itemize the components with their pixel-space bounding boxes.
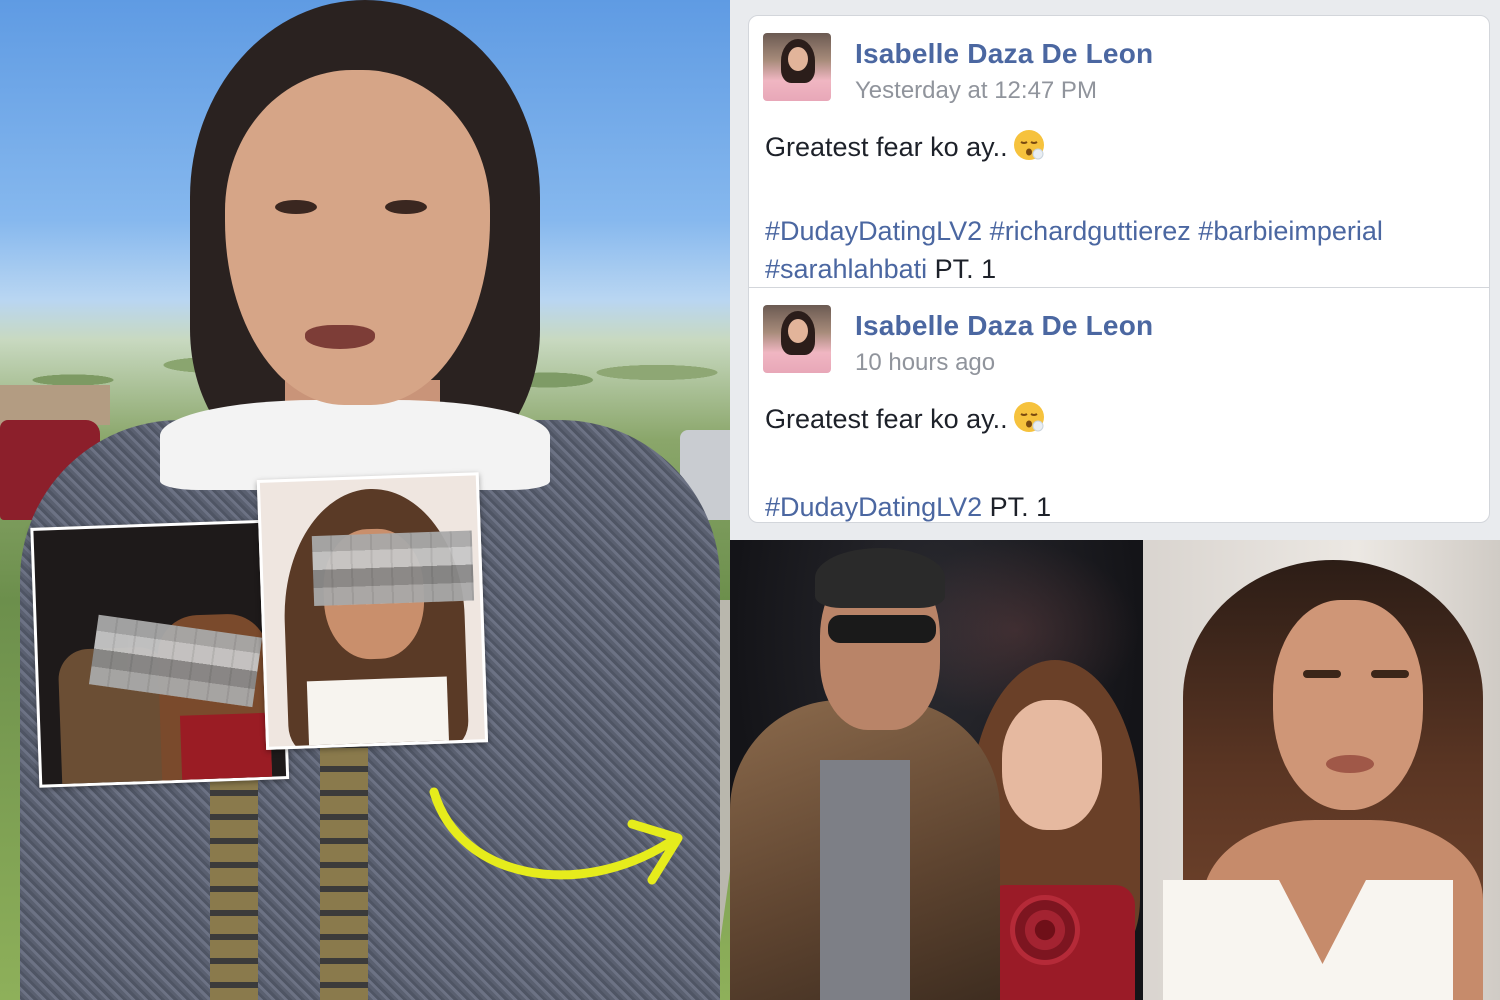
portrait-face [1273,600,1423,810]
mouth [305,325,375,349]
sunglasses-icon [828,615,936,643]
facebook-posts-panel: Isabelle Daza De Leon Yesterday at 12:47… [730,0,1500,540]
post-text-content: Greatest fear ko ay.. [765,404,1008,434]
blurred-photo-collage [29,472,489,788]
blurred-portrait-photo [256,472,489,750]
left-photo-panel [0,0,730,1000]
yellow-arrow-icon [429,787,683,885]
right-eyebrow [1371,670,1409,678]
face-exhaling-emoji-icon [1013,130,1044,160]
red-dress [179,712,273,788]
couple-photo [730,540,1143,1000]
avatar[interactable] [763,33,831,101]
hashtag-link[interactable]: #DudayDatingLV2 [765,492,982,522]
woman-face [225,70,490,405]
post-timestamp[interactable]: Yesterday at 12:47 PM [855,77,1097,105]
right-eye [385,200,427,214]
left-eyebrow [1303,670,1341,678]
post-author-name[interactable]: Isabelle Daza De Leon [855,38,1153,70]
post-part-label: PT. 1 [989,492,1052,522]
post-timestamp[interactable]: 10 hours ago [855,349,995,377]
pixelated-eyes-censor [311,530,475,607]
post-author-name[interactable]: Isabelle Daza De Leon [855,310,1153,342]
post-item: Isabelle Daza De Leon Yesterday at 12:47… [749,16,1489,288]
grey-tshirt [820,760,910,1000]
post-text-content: Greatest fear ko ay.. [765,132,1008,162]
blurred-couple-photo [30,519,290,788]
hashtag-link[interactable]: #sarahlahbati [765,254,927,284]
post-hashtags: #DudayDatingLV2 PT. 1 [765,488,1485,522]
lips [1326,755,1374,773]
man-hair [815,548,945,608]
hashtag-link[interactable]: #DudayDatingLV2 [765,216,982,246]
face-exhaling-emoji-icon [1013,402,1044,432]
post-item: Isabelle Daza De Leon 10 hours ago Great… [749,288,1489,522]
post-text: Greatest fear ko ay.. [765,128,1046,163]
hashtag-link[interactable]: #richardguttierez [990,216,1191,246]
posts-card: Isabelle Daza De Leon Yesterday at 12:47… [748,15,1490,523]
post-text: Greatest fear ko ay.. [765,400,1046,435]
woman-portrait-photo [1143,540,1500,1000]
white-top [306,676,450,750]
post-part-label: PT. 1 [934,254,997,284]
post-hashtags: #DudayDatingLV2 #richardguttierez #barbi… [765,212,1485,288]
avatar[interactable] [763,305,831,373]
rose-appliqué [1010,895,1080,965]
left-eye [275,200,317,214]
hashtag-link[interactable]: #barbieimperial [1198,216,1383,246]
woman-face [1002,700,1102,830]
